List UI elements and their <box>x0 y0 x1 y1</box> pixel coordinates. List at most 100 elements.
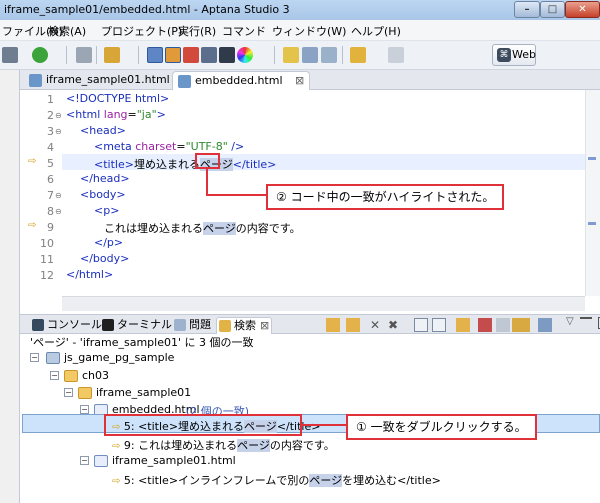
remove-match-icon[interactable]: ✕ <box>370 318 384 332</box>
toolbar-separator <box>342 46 343 64</box>
home-icon[interactable] <box>183 47 199 63</box>
search-match-2[interactable]: ⇨ 9: これは埋め込まれるページの内容です。 <box>112 437 335 453</box>
menu-search[interactable]: 検索(A) <box>48 23 86 39</box>
menu-bar: ファイル(N) 検索(A) プロジェクト(P) 実行(R) コマンド ウィンドウ… <box>0 20 600 41</box>
paragraph-icon[interactable] <box>321 47 337 63</box>
fold-icon[interactable]: ⊖ <box>55 191 62 200</box>
fold-icon[interactable]: ⊖ <box>55 207 62 216</box>
callout-code-highlighted: ② コード中の一致がハイライトされた。 <box>266 184 505 210</box>
pin-icon[interactable] <box>512 318 530 332</box>
maximize-button[interactable]: □ <box>540 1 565 18</box>
code-line-1: <!DOCTYPE html> <box>66 92 170 105</box>
html-file-icon <box>94 455 108 467</box>
file-name: iframe_sample01.html <box>112 454 236 467</box>
image-icon[interactable] <box>201 47 217 63</box>
folder-icon <box>64 370 78 382</box>
search-summary: 'ページ' - 'iframe_sample01' に 3 個の一致 <box>30 336 254 349</box>
minimize-view-icon[interactable] <box>580 316 592 319</box>
code-line-10: </p> <box>94 236 124 249</box>
line-number: 12 <box>40 269 54 282</box>
list-icon[interactable] <box>302 47 318 63</box>
line-number: 9 <box>47 221 54 234</box>
remove-all-icon[interactable]: ✖ <box>388 318 402 332</box>
editor-gutter: 1 2 ⊖ 3 ⊖ 4 ⇨ 5 6 7 ⊖ 8 ⊖ ⇨ 9 10 11 12 <box>28 90 62 296</box>
edit-icon[interactable] <box>283 47 299 63</box>
settings-icon[interactable] <box>2 47 18 63</box>
line-number: 10 <box>40 237 54 250</box>
outline-icon[interactable] <box>147 47 163 63</box>
tab-iframe-sample01[interactable]: iframe_sample01.html <box>24 71 170 90</box>
web-perspective-button[interactable]: ⌘ Web <box>492 44 536 66</box>
editor-vertical-scrollbar[interactable] <box>585 90 600 296</box>
back-icon[interactable] <box>350 47 366 63</box>
new-search-view-icon[interactable] <box>538 318 552 332</box>
menu-command[interactable]: コマンド <box>222 23 266 39</box>
menu-window[interactable]: ウィンドウ(W) <box>272 23 346 39</box>
expand-all-icon[interactable] <box>414 318 428 332</box>
menu-project[interactable]: プロジェクト(P) <box>101 23 182 39</box>
collapse-all-icon[interactable] <box>432 318 446 332</box>
menu-run[interactable]: 実行(R) <box>178 23 216 39</box>
forward-icon[interactable] <box>388 47 404 63</box>
editor-horizontal-scrollbar[interactable] <box>62 296 585 311</box>
line-number: 11 <box>40 253 54 266</box>
toolbar-separator <box>66 46 67 64</box>
title-bar: iframe_sample01/embedded.html - Aptana S… <box>0 0 600 20</box>
pencil-icon[interactable] <box>104 47 120 63</box>
search-match-3[interactable]: ⇨ 5: <title>インラインフレームで別のページを埋め込む</title> <box>112 472 441 488</box>
tab-label: iframe_sample01.html <box>46 73 170 86</box>
close-tab-icon[interactable]: ⊠ <box>260 318 269 334</box>
web-icon: ⌘ <box>497 48 511 62</box>
tab-search[interactable]: 検索 ⊠ <box>216 317 272 334</box>
line-number: 2 <box>47 109 54 122</box>
history-icon[interactable] <box>496 318 510 332</box>
web-button-label: Web <box>512 48 536 61</box>
search-again-icon[interactable] <box>456 318 470 332</box>
problems-icon <box>174 319 186 331</box>
collapse-icon[interactable]: − <box>80 405 89 414</box>
console-icon <box>32 319 44 331</box>
terminal-icon[interactable] <box>219 47 235 63</box>
tab-console[interactable]: コンソール <box>30 317 102 334</box>
cancel-search-icon[interactable] <box>478 318 492 332</box>
match-arrow-icon: ⇨ <box>112 476 121 487</box>
collapse-icon[interactable]: − <box>80 456 89 465</box>
window-title: iframe_sample01/embedded.html - Aptana S… <box>4 3 290 16</box>
tab-terminal[interactable]: ターミナル <box>100 317 172 334</box>
tab-problems[interactable]: 問題 <box>172 317 214 334</box>
toolbar-separator <box>138 46 139 64</box>
code-line-4: <meta charset="UTF-8" /> <box>94 140 245 153</box>
line-number: 3 <box>47 125 54 138</box>
collapse-icon[interactable]: − <box>64 388 73 397</box>
callout-connector <box>302 424 346 426</box>
fold-icon[interactable]: ⊖ <box>55 127 62 136</box>
tab-embedded[interactable]: embedded.html ⊠ <box>172 71 310 90</box>
highlight-box-editor <box>195 153 220 169</box>
code-line-6: </head> <box>80 172 130 185</box>
color-icon[interactable] <box>237 47 253 63</box>
collapse-icon[interactable]: − <box>50 371 59 380</box>
overview-ruler-mark[interactable] <box>588 157 596 160</box>
next-match-icon[interactable] <box>326 318 340 332</box>
close-tab-icon[interactable]: ⊠ <box>295 72 304 90</box>
html-file-icon <box>178 75 191 88</box>
editor-tab-bar: iframe_sample01.html embedded.html ⊠ <box>20 70 600 90</box>
line-number: 1 <box>47 93 54 106</box>
collapse-icon[interactable]: − <box>30 353 39 362</box>
overview-ruler-mark[interactable] <box>588 222 596 225</box>
menu-help[interactable]: ヘルプ(H) <box>351 23 401 39</box>
minimize-button[interactable]: – <box>514 1 540 18</box>
previous-match-icon[interactable] <box>346 318 360 332</box>
toolbar-separator <box>96 46 97 64</box>
fold-icon[interactable]: ⊖ <box>55 111 62 120</box>
line-number: 7 <box>47 189 54 202</box>
code-line-12: </html> <box>66 268 114 281</box>
close-button[interactable]: ✕ <box>565 1 600 18</box>
deploy-icon[interactable] <box>76 47 92 63</box>
format-icon[interactable] <box>165 47 181 63</box>
view-menu-icon[interactable]: ▽ <box>566 316 574 327</box>
toolbar-separator <box>274 46 275 64</box>
run-icon[interactable] <box>32 47 48 63</box>
code-line-9: これは埋め込まれるページの内容です。 <box>104 222 301 235</box>
terminal-icon <box>102 319 114 331</box>
